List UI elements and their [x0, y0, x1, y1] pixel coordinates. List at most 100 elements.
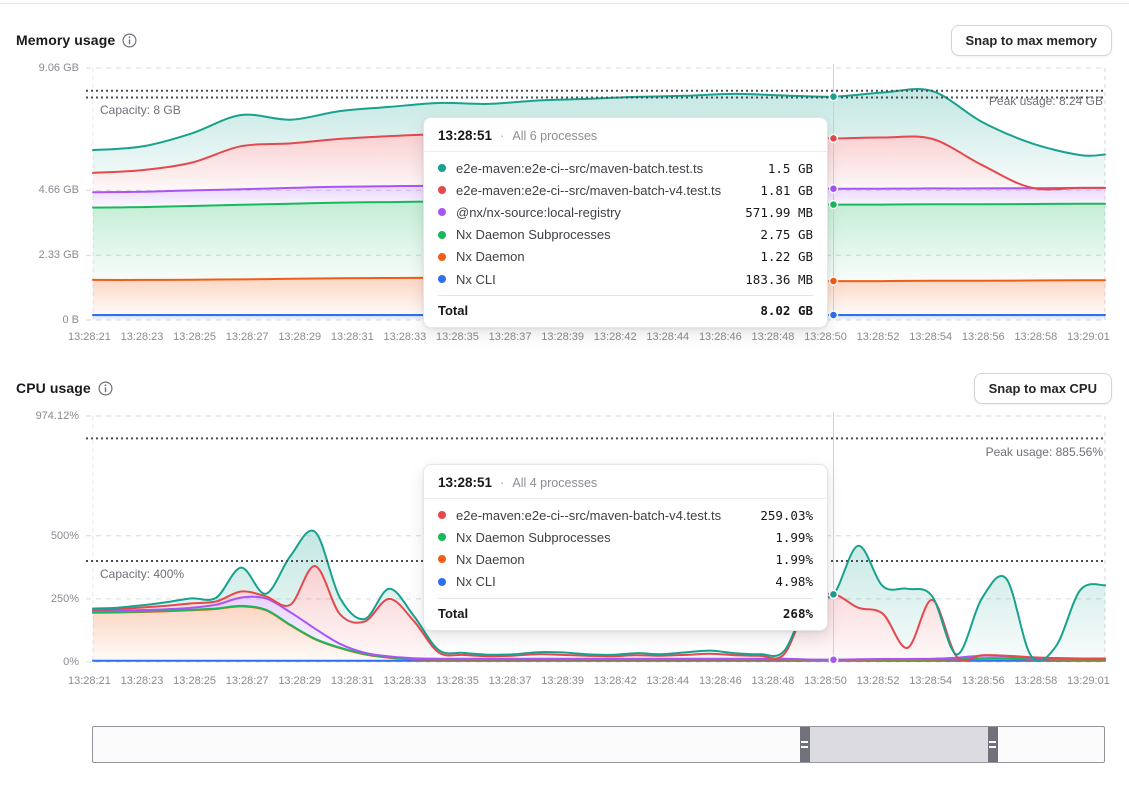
series-color-dot [438, 253, 446, 261]
x-tick-label: 13:28:21 [68, 675, 111, 690]
tooltip-row: e2e-maven:e2e-ci--src/maven-batch-v4.tes… [424, 504, 827, 526]
x-tick-label: 13:28:31 [331, 331, 374, 346]
tooltip-rows: e2e-maven:e2e-ci--src/maven-batch.test.t… [424, 152, 827, 292]
x-tick-label: 13:28:39 [541, 675, 584, 690]
snap-to-max-memory-button[interactable]: Snap to max memory [951, 25, 1113, 56]
tooltip-time: 13:28:51 [438, 475, 492, 490]
brush-selection[interactable] [800, 727, 998, 762]
tooltip-total-label: Total [438, 606, 468, 621]
x-tick-label: 13:28:37 [489, 331, 532, 346]
x-tick-label: 13:28:42 [594, 675, 637, 690]
series-value: 4.98% [775, 574, 813, 589]
series-value: 1.99% [775, 530, 813, 545]
tooltip-row: e2e-maven:e2e-ci--src/maven-batch.test.t… [424, 157, 827, 179]
series-color-dot [438, 231, 446, 239]
series-color-dot [438, 208, 446, 216]
process-monitor-page: Memory usage Snap to max memory 9.06 GB … [0, 0, 1129, 787]
x-tick-label: 13:28:46 [699, 675, 742, 690]
tooltip-subtitle: All 6 processes [512, 129, 597, 143]
tooltip-row: Nx Daemon Subprocesses1.99% [424, 526, 827, 548]
series-value: 571.99 MB [745, 205, 813, 220]
timeline-brush[interactable] [92, 726, 1105, 763]
series-value: 1.5 GB [768, 161, 813, 176]
brush-handle-left[interactable] [800, 727, 810, 762]
info-icon[interactable] [98, 381, 113, 396]
cpu-capacity-label: Capacity: 400% [100, 567, 184, 581]
y-tick-label: 9.06 GB [0, 61, 79, 75]
y-tick-label: 500% [0, 529, 79, 543]
tooltip-row: Nx Daemon Subprocesses 2.75 GB [424, 224, 827, 246]
series-color-dot [438, 555, 446, 563]
series-value: 259.03% [760, 508, 813, 523]
crosshair-dot [829, 185, 837, 193]
x-tick-label: 13:28:44 [646, 675, 689, 690]
tooltip-separator: · [500, 475, 504, 490]
x-tick-label: 13:28:27 [226, 331, 269, 346]
series-label: e2e-maven:e2e-ci--src/maven-batch-v4.tes… [456, 508, 748, 523]
memory-chart: 9.06 GB 4.66 GB 2.33 GB 0 B Capacity: 8 … [0, 60, 1129, 326]
y-tick-label: 2.33 GB [0, 248, 79, 262]
x-tick-label: 13:28:48 [752, 675, 795, 690]
x-tick-label: 13:28:37 [489, 675, 532, 690]
x-tick-label: 13:29:01 [1067, 675, 1110, 690]
y-tick-label: 974.12% [0, 409, 79, 423]
info-icon[interactable] [122, 33, 137, 48]
x-tick-label: 13:28:27 [226, 675, 269, 690]
crosshair-dot [829, 201, 837, 209]
series-label: @nx/nx-source:local-registry [456, 205, 733, 220]
series-color-dot [438, 511, 446, 519]
cpu-chart: 974.12% 500% 250% 0% Capacity: 400% Peak… [0, 408, 1129, 670]
memory-section-header: Memory usage Snap to max memory [0, 22, 1129, 58]
crosshair-dot [829, 590, 837, 598]
crosshair-dot [829, 134, 837, 142]
series-label: Nx CLI [456, 272, 733, 287]
series-label: Nx Daemon Subprocesses [456, 227, 748, 242]
tooltip-subtitle: All 4 processes [512, 476, 597, 490]
brush-handle-right[interactable] [988, 727, 998, 762]
series-color-dot [438, 533, 446, 541]
series-value: 1.99% [775, 552, 813, 567]
series-label: e2e-maven:e2e-ci--src/maven-batch.test.t… [456, 161, 756, 176]
x-tick-label: 13:28:44 [646, 331, 689, 346]
tooltip-header: 13:28:51 · All 6 processes [424, 118, 827, 152]
tooltip-total-value: 268% [783, 606, 813, 621]
x-tick-label: 13:28:52 [857, 331, 900, 346]
tooltip-row: Nx CLI 4.98% [424, 571, 827, 593]
x-tick-label: 13:28:35 [436, 675, 479, 690]
series-value: 2.75 GB [760, 227, 813, 242]
x-tick-label: 13:28:21 [68, 331, 111, 346]
x-tick-label: 13:28:58 [1014, 331, 1057, 346]
tooltip-total-value: 8.02 GB [760, 303, 813, 318]
x-tick-label: 13:28:31 [331, 675, 374, 690]
x-tick-label: 13:28:23 [121, 331, 164, 346]
tooltip-row: Nx Daemon 1.99% [424, 548, 827, 570]
tooltip-separator: · [500, 128, 504, 143]
series-label: Nx CLI [456, 574, 763, 589]
x-tick-label: 13:28:23 [121, 675, 164, 690]
x-tick-label: 13:28:35 [436, 331, 479, 346]
x-tick-label: 13:28:56 [962, 331, 1005, 346]
crosshair-dot [829, 311, 837, 319]
x-tick-label: 13:28:25 [173, 675, 216, 690]
series-color-dot [438, 164, 446, 172]
x-tick-label: 13:28:25 [173, 331, 216, 346]
tooltip-rows: e2e-maven:e2e-ci--src/maven-batch-v4.tes… [424, 499, 827, 595]
snap-to-max-cpu-button[interactable]: Snap to max CPU [974, 373, 1112, 404]
series-color-dot [438, 578, 446, 586]
x-tick-label: 13:28:58 [1014, 675, 1057, 690]
y-tick-label: 4.66 GB [0, 183, 79, 197]
x-tick-label: 13:28:39 [541, 331, 584, 346]
series-label: e2e-maven:e2e-ci--src/maven-batch-v4.tes… [456, 183, 748, 198]
x-tick-label: 13:29:01 [1067, 331, 1110, 346]
x-tick-label: 13:28:42 [594, 331, 637, 346]
cpu-tooltip: 13:28:51 · All 4 processes e2e-maven:e2e… [423, 464, 828, 631]
cpu-section-header: CPU usage Snap to max CPU [0, 370, 1129, 406]
tooltip-total-label: Total [438, 303, 468, 318]
tooltip-row: e2e-maven:e2e-ci--src/maven-batch-v4.tes… [424, 179, 827, 201]
tooltip-row: Nx CLI183.36 MB [424, 268, 827, 290]
x-tick-label: 13:28:48 [752, 331, 795, 346]
series-label: Nx Daemon [456, 552, 763, 567]
x-tick-label: 13:28:54 [909, 331, 952, 346]
x-tick-label: 13:28:56 [962, 675, 1005, 690]
memory-tooltip: 13:28:51 · All 6 processes e2e-maven:e2e… [423, 117, 828, 328]
